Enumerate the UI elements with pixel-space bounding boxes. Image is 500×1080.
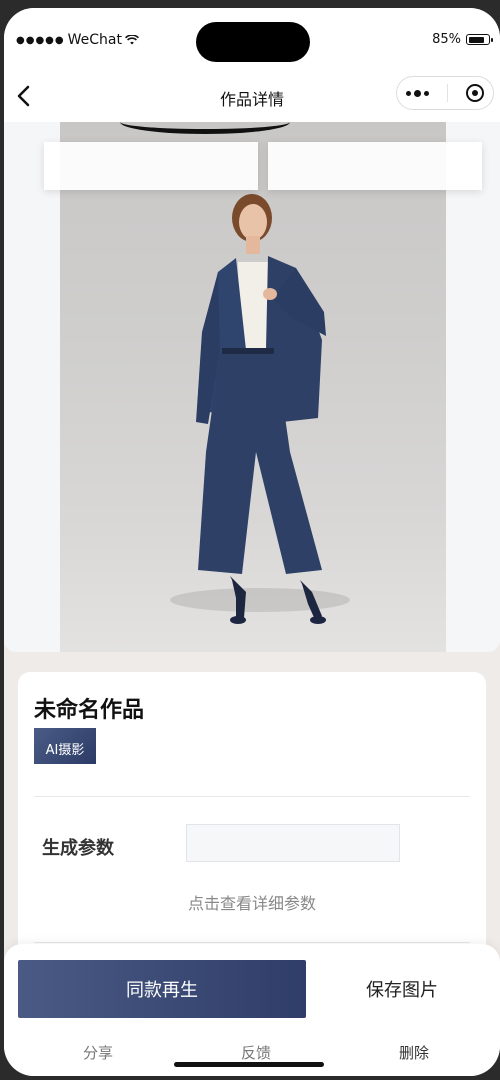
more-dots-icon[interactable] [406, 89, 429, 97]
capsule-divider [447, 84, 448, 102]
device-frame: ●●●●● WeChat 85% 作品详情 未命名作品 AI摄影 生成参数 点击… [0, 0, 500, 1080]
divider-bottom [34, 942, 470, 943]
target-circle-icon[interactable] [466, 84, 484, 102]
share-button[interactable]: 分享 [58, 1042, 138, 1063]
work-title: 未命名作品 [34, 698, 145, 723]
overlay-panel-right [268, 142, 482, 190]
save-image-button[interactable]: 保存图片 [314, 960, 490, 1018]
battery-level-fill [468, 36, 484, 43]
view-params-link[interactable]: 点击查看详细参数 [18, 890, 486, 914]
battery-percent: 85% [432, 32, 461, 47]
regenerate-button[interactable]: 同款再生 [18, 960, 306, 1018]
delete-button[interactable]: 删除 [374, 1042, 454, 1063]
nav-bar: 作品详情 [4, 70, 500, 122]
phone-screen: ●●●●● WeChat 85% 作品详情 未命名作品 AI摄影 生成参数 点击… [4, 8, 500, 1076]
home-indicator [174, 1062, 324, 1067]
param-preview-box[interactable] [186, 824, 400, 862]
signal-dots-icon: ●●●●● [16, 34, 65, 46]
carrier-label: WeChat [67, 32, 122, 48]
image-card [4, 122, 500, 652]
param-label: 生成参数 [42, 838, 114, 859]
overlay-panel-left [44, 142, 258, 190]
model-figure [170, 194, 350, 624]
status-right: 85% [432, 32, 493, 47]
battery-icon [466, 34, 493, 45]
generated-photo[interactable] [60, 122, 446, 652]
feedback-button[interactable]: 反馈 [216, 1042, 296, 1063]
ai-photo-tag: AI摄影 [34, 728, 96, 764]
camera-notch [196, 22, 310, 62]
divider-top [34, 796, 470, 797]
status-bar: ●●●●● WeChat 85% [4, 8, 500, 70]
info-card: 未命名作品 AI摄影 生成参数 点击查看详细参数 [18, 672, 486, 972]
wifi-icon [125, 35, 139, 45]
mini-program-capsule [396, 76, 494, 110]
bottom-action-bar: 同款再生 保存图片 分享 反馈 删除 [4, 944, 500, 1076]
status-left: ●●●●● WeChat [16, 32, 139, 48]
